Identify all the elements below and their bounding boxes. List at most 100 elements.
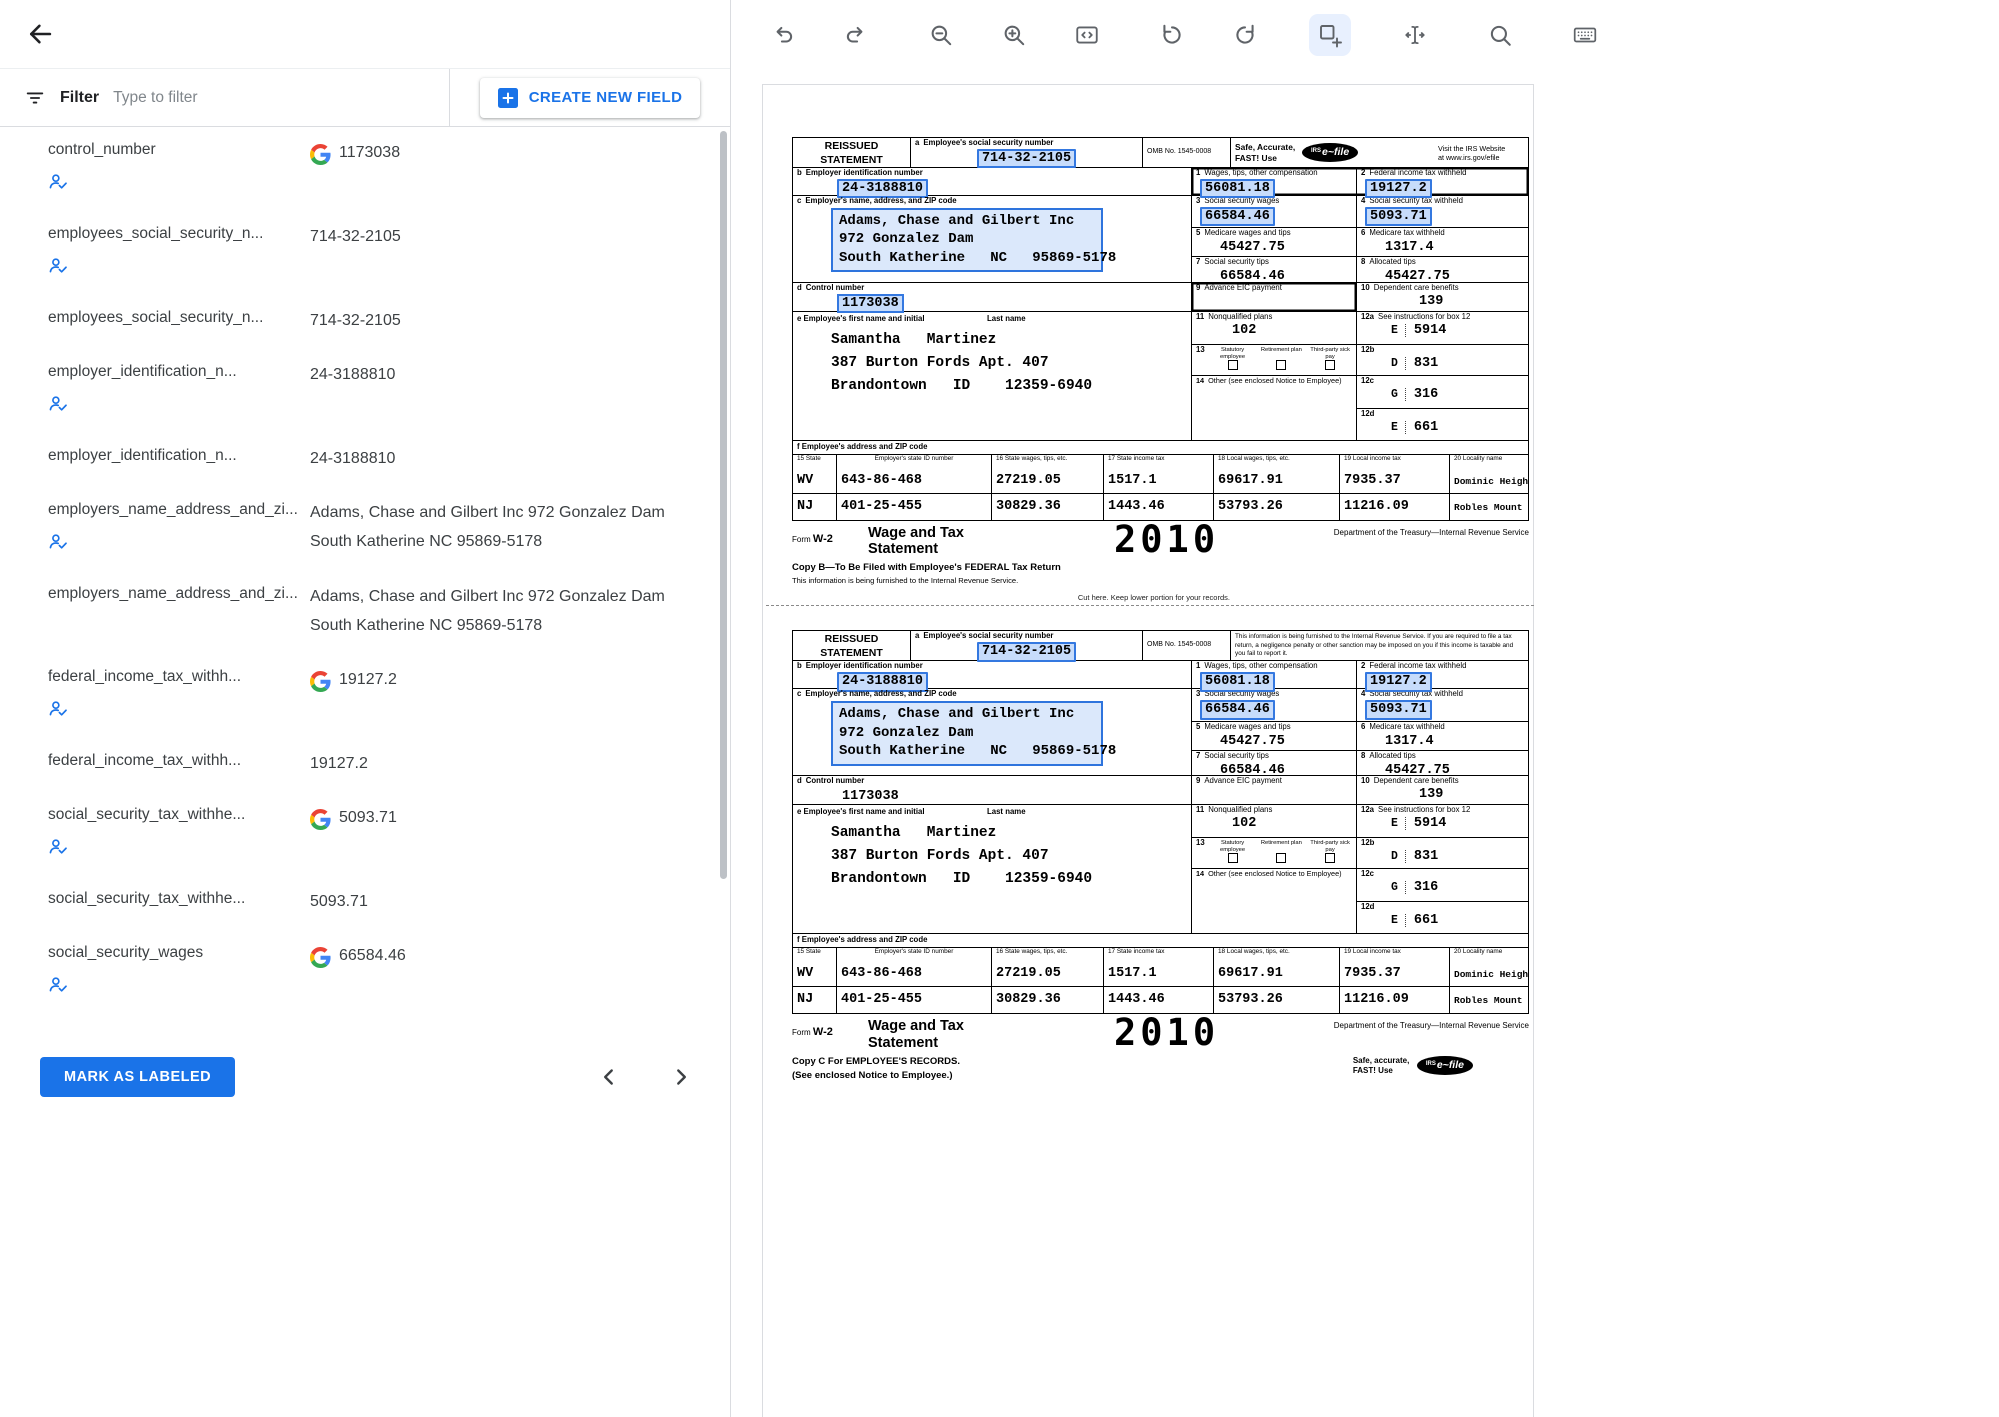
field-list-item[interactable]: employer_identification_n... 24-3188810 [0, 433, 730, 487]
box-5-medicare-wages: 5Medicare wages and tips 45427.75 [1192, 722, 1357, 750]
field-list-item[interactable]: employer_identification_n... 24-3188810 [0, 349, 730, 433]
box-2-federal-tax: 2Federal income tax withheld 19127.2 [1357, 168, 1528, 195]
box-3-ss-wages: 3Social security wages 66584.46 [1192, 196, 1357, 227]
state-row-1: WV 643-86-468 27219.05 1517.1 69617.91 7… [793, 961, 1528, 987]
filter-box[interactable]: Filter [0, 69, 450, 126]
box-1-wages: 1Wages, tips, other compensation 56081.1… [1192, 168, 1357, 195]
annotation-ssn[interactable]: 714-32-2105 [977, 642, 1076, 662]
annotation-federal-tax[interactable]: 19127.2 [1365, 179, 1432, 199]
box-12b: 12b D831 [1357, 838, 1528, 869]
add-annotation-icon [1317, 22, 1343, 48]
document-page[interactable]: REISSUED STATEMENT aEmployee's social se… [762, 84, 1534, 1417]
filter-label: Filter [60, 89, 99, 107]
box-11-nonqualified-plans: 11Nonqualified plans 102 [1192, 805, 1356, 838]
omb-number: OMB No. 1545-0008 [1143, 631, 1231, 660]
annotation-control-number[interactable]: 1173038 [837, 787, 904, 807]
box-2-federal-tax: 2Federal income tax withheld 19127.2 [1357, 661, 1528, 688]
box-e-employee-name: e Employee's first name and initial Last… [793, 312, 1192, 440]
create-new-field-label: CREATE NEW FIELD [529, 89, 683, 106]
annotation-wages[interactable]: 56081.18 [1200, 672, 1275, 692]
box-9-advance-eic: 9Advance EIC payment [1192, 283, 1357, 311]
next-document-button[interactable] [668, 1064, 694, 1090]
undo-icon [770, 22, 796, 48]
keyboard-shortcuts-button[interactable] [1564, 14, 1606, 56]
box-13-checkboxes: 13 Statutory employee Retirement plan Th… [1192, 345, 1356, 376]
field-list-item[interactable]: social_security_tax_withhe... 5093.71 [0, 876, 730, 930]
rotate-right-button[interactable] [1224, 14, 1266, 56]
field-list-item[interactable]: employers_name_address_and_zi... Adams, … [0, 487, 730, 571]
mark-as-labeled-button[interactable]: MARK AS LABELED [40, 1057, 235, 1097]
box-14-other: 14Other (see enclosed Notice to Employee… [1192, 376, 1356, 440]
third-party-sick-pay-checkbox[interactable] [1325, 853, 1335, 863]
annotation-ss-tax[interactable]: 5093.71 [1365, 700, 1432, 720]
employee-address-line1: 387 Burton Fords Apt. 407 [831, 355, 1191, 371]
employee-address-line2: Brandontown ID 12359-6940 [831, 378, 1191, 394]
box-c-employer: cEmployer's name, address, and ZIP code … [793, 196, 1192, 282]
efile-logo: IRSe~file [1302, 143, 1358, 162]
field-label: control_number [48, 141, 310, 159]
redo-button[interactable] [835, 14, 877, 56]
filter-input[interactable] [113, 89, 449, 107]
zoom-out-button[interactable] [920, 14, 962, 56]
field-list[interactable]: control_number 1173038 employees_social_… [0, 127, 730, 1039]
form-number: Form W-2 [792, 525, 868, 545]
create-field-area: CREATE NEW FIELD [450, 69, 730, 126]
field-list-item[interactable]: employers_name_address_and_zi... Adams, … [0, 571, 730, 654]
box-12c: 12c G316 [1357, 376, 1528, 409]
field-value: 19127.2 [339, 665, 397, 694]
zoom-in-button[interactable] [993, 14, 1035, 56]
form-number: Form W-2 [792, 1018, 868, 1038]
back-button[interactable] [26, 20, 54, 48]
retirement-plan-checkbox[interactable] [1276, 360, 1286, 370]
zoom-in-icon [1001, 22, 1027, 48]
filter-bar: Filter CREATE NEW FIELD [0, 69, 730, 127]
annotation-ssn[interactable]: 714-32-2105 [977, 149, 1076, 169]
rotate-left-button[interactable] [1151, 14, 1193, 56]
document-pager [596, 1064, 694, 1090]
field-list-item[interactable]: federal_income_tax_withh... 19127.2 [0, 654, 730, 738]
zoom-out-icon [928, 22, 954, 48]
cut-separator: Cut here. Keep lower portion for your re… [766, 605, 1534, 606]
w2-copy-b-slot: REISSUED STATEMENT aEmployee's social se… [792, 137, 1533, 585]
annotation-control-number[interactable]: 1173038 [837, 294, 904, 314]
field-list-item[interactable]: control_number 1173038 [0, 127, 730, 211]
annotation-wages[interactable]: 56081.18 [1200, 179, 1275, 199]
field-list-item[interactable]: social_security_wages 66584.46 [0, 930, 730, 1014]
field-value: Adams, Chase and Gilbert Inc 972 Gonzale… [310, 498, 700, 556]
retirement-plan-checkbox[interactable] [1276, 853, 1286, 863]
annotation-employer-address[interactable]: Adams, Chase and Gilbert Inc 972 Gonzale… [831, 208, 1103, 272]
plus-icon [498, 88, 518, 108]
employee-address-line1: 387 Burton Fords Apt. 407 [831, 848, 1191, 864]
annotation-federal-tax[interactable]: 19127.2 [1365, 672, 1432, 692]
annotation-ss-wages[interactable]: 66584.46 [1200, 700, 1275, 720]
scrollbar-thumb[interactable] [720, 131, 727, 879]
box-d-control-number: dControl number 1173038 [793, 776, 1192, 804]
field-list-item[interactable]: employees_social_security_n... 714-32-21… [0, 295, 730, 349]
box-b-ein: bEmployer identification number 24-31888… [793, 168, 1192, 195]
verified-person-icon [48, 531, 69, 552]
field-list-item[interactable]: employees_social_security_n... 714-32-21… [0, 211, 730, 295]
field-list-item[interactable]: social_security_tax_withhe... 5093.71 [0, 792, 730, 876]
annotation-employer-address[interactable]: Adams, Chase and Gilbert Inc 972 Gonzale… [831, 701, 1103, 765]
box-11-nonqualified-plans: 11Nonqualified plans 102 [1192, 312, 1356, 345]
statutory-employee-checkbox[interactable] [1228, 360, 1238, 370]
left-panel-footer: MARK AS LABELED [0, 1057, 730, 1097]
add-annotation-tool-button[interactable] [1309, 14, 1351, 56]
field-list-item[interactable]: federal_income_tax_withh... 19127.2 [0, 738, 730, 792]
box-e-employee-name: e Employee's first name and initial Last… [793, 805, 1192, 933]
annotation-ss-tax[interactable]: 5093.71 [1365, 207, 1432, 227]
create-new-field-button[interactable]: CREATE NEW FIELD [480, 78, 701, 118]
document-scroll-area[interactable]: REISSUED STATEMENT aEmployee's social se… [732, 69, 1999, 1417]
third-party-sick-pay-checkbox[interactable] [1325, 360, 1335, 370]
previous-document-button[interactable] [596, 1064, 622, 1090]
chevron-left-icon [596, 1064, 622, 1090]
code-view-button[interactable] [1066, 14, 1108, 56]
undo-button[interactable] [762, 14, 804, 56]
verified-person-icon [48, 974, 69, 995]
annotation-ss-wages[interactable]: 66584.46 [1200, 207, 1275, 227]
search-button[interactable] [1479, 14, 1521, 56]
text-select-tool-button[interactable] [1394, 14, 1436, 56]
form-title: Wage and TaxStatement [868, 525, 1036, 557]
statutory-employee-checkbox[interactable] [1228, 853, 1238, 863]
keyboard-icon [1572, 22, 1598, 48]
